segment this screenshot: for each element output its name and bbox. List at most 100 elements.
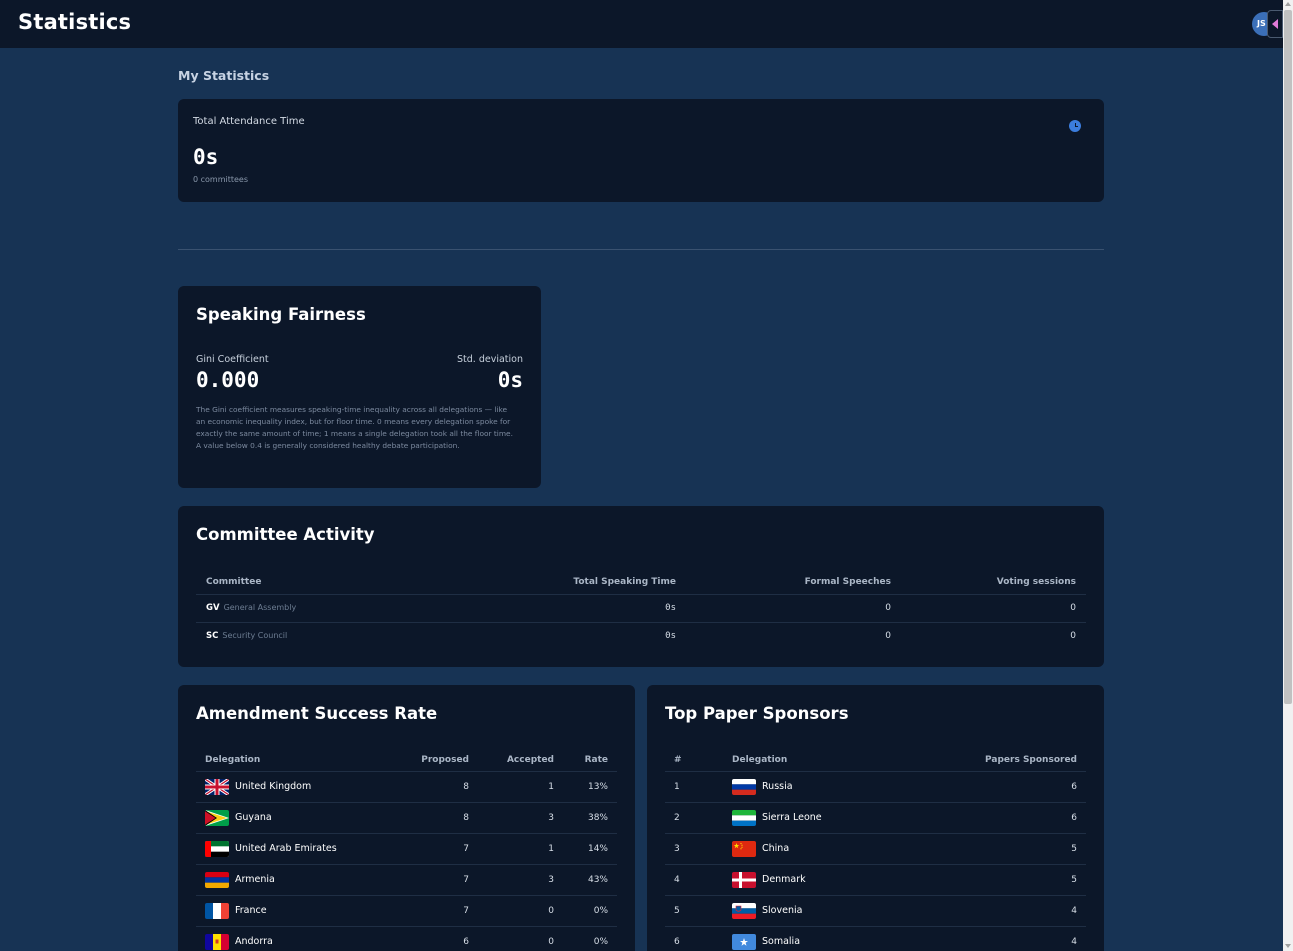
delegation-name: China — [762, 843, 790, 854]
top-bar: Statistics JS — [0, 0, 1283, 48]
uae-flag-icon — [205, 840, 229, 857]
uk-flag-icon — [205, 778, 229, 795]
top-sponsors-card: Top Paper Sponsors # Delegation Papers S… — [647, 685, 1104, 951]
gini-label: Gini Coefficient — [196, 354, 269, 365]
delegation-name: Denmark — [762, 874, 806, 885]
sidebar-toggle-button[interactable] — [1267, 10, 1283, 38]
accepted-cell: 0 — [478, 895, 563, 927]
gini-description: The Gini coefficient measures speaking-t… — [196, 405, 513, 450]
accepted-cell: 1 — [478, 833, 563, 865]
delegation-name: United Arab Emirates — [235, 843, 337, 854]
std-deviation-label: Std. deviation — [457, 354, 523, 365]
table-row[interactable]: Andorra 6 0 0% — [196, 926, 617, 951]
sierra-leone-flag-icon — [732, 809, 756, 826]
russia-flag-icon — [732, 778, 756, 795]
france-flag-icon — [205, 902, 229, 919]
table-row[interactable]: 3 China 5 — [665, 833, 1086, 865]
attendance-card: Total Attendance Time 0s 0 committees — [178, 99, 1104, 202]
rank-cell: 6 — [665, 926, 723, 951]
committee-activity-title: Committee Activity — [196, 525, 375, 544]
delegation-name: Sierra Leone — [762, 812, 822, 823]
table-row[interactable]: 4 Denmark 5 — [665, 864, 1086, 896]
table-row[interactable]: 2 Sierra Leone 6 — [665, 802, 1086, 834]
column-header-delegation: Delegation — [723, 749, 923, 772]
rate-cell: 13% — [563, 771, 617, 803]
table-row[interactable]: GV General Assembly 0s 0 0 — [196, 594, 1086, 623]
committee-name: General Assembly — [223, 603, 297, 612]
committee-activity-table: Committee Total Speaking Time Formal Spe… — [196, 570, 1086, 650]
slovenia-flag-icon — [732, 902, 756, 919]
voting-cell: 0 — [901, 594, 1086, 623]
column-header-committee: Committee — [196, 570, 526, 595]
attendance-value: 0s — [193, 145, 219, 169]
papers-cell: 5 — [923, 833, 1086, 865]
amendment-success-card: Amendment Success Rate Delegation Propos… — [178, 685, 635, 951]
rank-cell: 1 — [665, 771, 723, 803]
table-row[interactable]: SC Security Council 0s 0 0 — [196, 622, 1086, 650]
page-title: Statistics — [18, 10, 132, 34]
gini-value: 0.000 — [196, 368, 260, 392]
column-header-accepted: Accepted — [478, 749, 563, 772]
delegation-name: United Kingdom — [235, 781, 312, 792]
table-row[interactable]: Guyana 8 3 38% — [196, 802, 617, 834]
rate-cell: 38% — [563, 802, 617, 834]
papers-cell: 6 — [923, 802, 1086, 834]
rank-cell: 4 — [665, 864, 723, 896]
table-row[interactable]: Armenia 7 3 43% — [196, 864, 617, 896]
committee-abbr: SC — [206, 631, 219, 642]
proposed-cell: 8 — [396, 802, 478, 834]
accepted-cell: 0 — [478, 926, 563, 951]
proposed-cell: 7 — [396, 895, 478, 927]
delegation-name: Russia — [762, 781, 793, 792]
andorra-flag-icon — [205, 933, 229, 950]
sponsors-table: # Delegation Papers Sponsored 1 Russia 6… — [665, 749, 1086, 951]
speaking-time-cell: 0s — [526, 594, 686, 623]
delegation-name: Armenia — [235, 874, 275, 885]
delegation-name: Andorra — [235, 936, 273, 947]
page-scrollbar[interactable] — [1283, 0, 1293, 951]
scroll-down-icon[interactable] — [1285, 944, 1291, 948]
rank-cell: 3 — [665, 833, 723, 865]
rank-cell: 5 — [665, 895, 723, 927]
amendment-success-title: Amendment Success Rate — [196, 704, 438, 723]
column-header-rank: # — [665, 749, 723, 772]
std-deviation-value: 0s — [497, 368, 523, 392]
column-header-proposed: Proposed — [396, 749, 478, 772]
table-row[interactable]: 5 Slovenia 4 — [665, 895, 1086, 927]
column-header-formal-speeches: Formal Speeches — [686, 570, 901, 595]
attendance-committees-count: 0 committees — [193, 175, 249, 184]
delegation-name: Slovenia — [762, 905, 803, 916]
column-header-speaking-time: Total Speaking Time — [526, 570, 686, 595]
table-row[interactable]: United Kingdom 8 1 13% — [196, 771, 617, 803]
rate-cell: 0% — [563, 895, 617, 927]
scroll-up-icon[interactable] — [1285, 2, 1291, 6]
table-row[interactable]: France 7 0 0% — [196, 895, 617, 927]
clock-icon — [1069, 120, 1081, 132]
column-header-papers-sponsored: Papers Sponsored — [923, 749, 1086, 772]
china-flag-icon — [732, 840, 756, 857]
speaking-time-cell: 0s — [665, 631, 676, 642]
column-header-rate: Rate — [563, 749, 617, 772]
table-row[interactable]: 6 Somalia 4 — [665, 926, 1086, 951]
speeches-cell: 0 — [686, 594, 901, 623]
rate-cell: 43% — [563, 864, 617, 896]
delegation-name: France — [235, 905, 267, 916]
papers-cell: 4 — [923, 926, 1086, 951]
table-header-row: Delegation Proposed Accepted Rate — [196, 749, 617, 772]
proposed-cell: 7 — [396, 833, 478, 865]
proposed-cell: 6 — [396, 926, 478, 951]
table-row[interactable]: 1 Russia 6 — [665, 771, 1086, 803]
column-header-delegation: Delegation — [196, 749, 396, 772]
table-row[interactable]: United Arab Emirates 7 1 14% — [196, 833, 617, 865]
speeches-cell: 0 — [885, 631, 891, 642]
attendance-label: Total Attendance Time — [193, 116, 305, 127]
rank-cell: 2 — [665, 802, 723, 834]
committee-abbr: GV — [206, 603, 220, 613]
table-header-row: Committee Total Speaking Time Formal Spe… — [196, 570, 1086, 595]
scrollbar-thumb[interactable] — [1284, 10, 1292, 704]
accepted-cell: 1 — [478, 771, 563, 803]
papers-cell: 6 — [923, 771, 1086, 803]
rate-cell: 14% — [563, 833, 617, 865]
proposed-cell: 7 — [396, 864, 478, 896]
armenia-flag-icon — [205, 871, 229, 888]
